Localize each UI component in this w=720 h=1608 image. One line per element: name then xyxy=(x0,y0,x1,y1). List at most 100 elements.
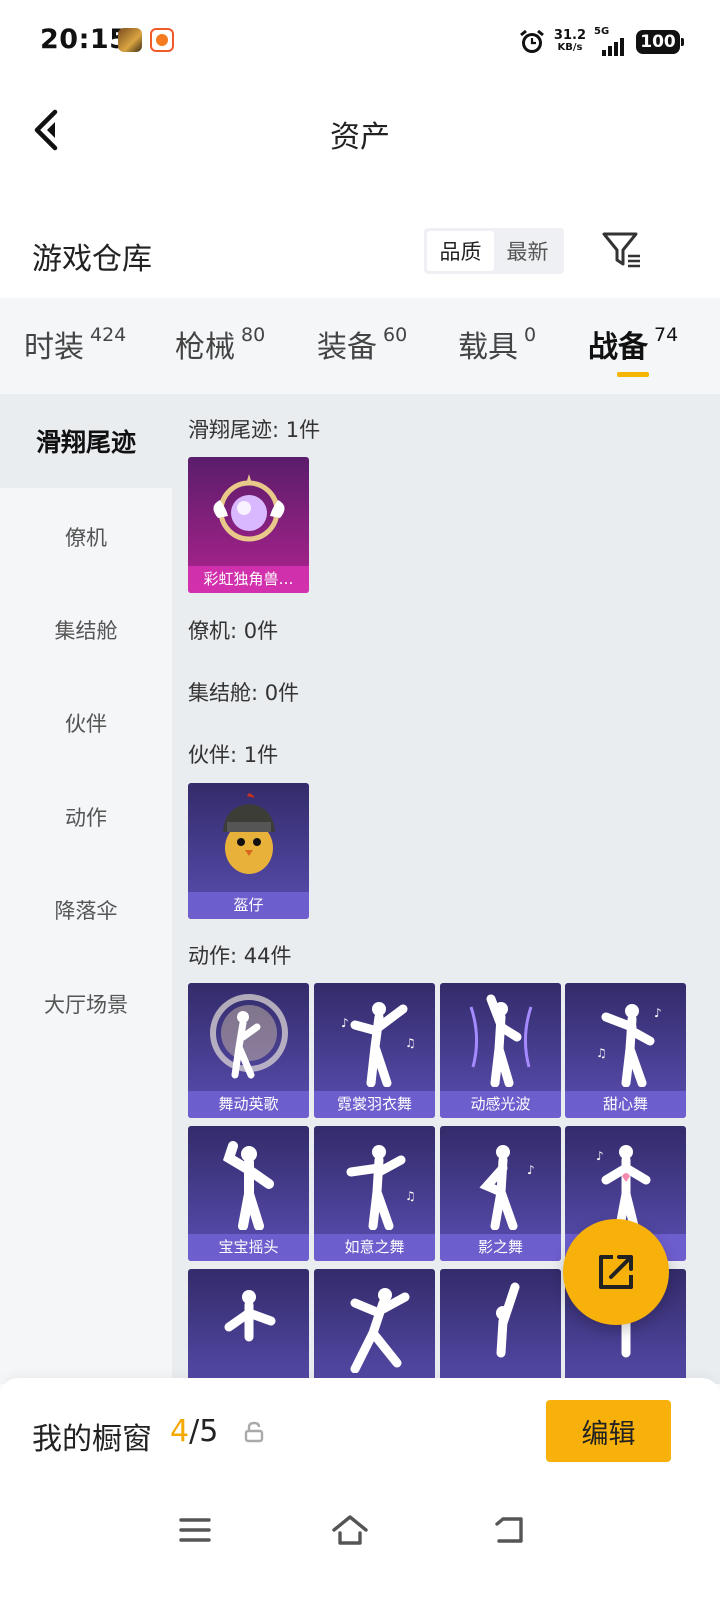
tab-fashion[interactable]: 时装 424 xyxy=(24,322,126,366)
item-name: 盔仔 xyxy=(188,892,309,919)
group-label-companion: 伙伴: 1件 xyxy=(188,743,279,767)
svg-text:♫: ♫ xyxy=(405,1189,416,1203)
menu-button[interactable] xyxy=(167,1508,223,1552)
item-art xyxy=(188,983,309,1091)
home-icon xyxy=(332,1515,368,1545)
svg-text:♪: ♪ xyxy=(527,1163,535,1177)
item-card[interactable]: ♪ 影之舞 xyxy=(440,1126,561,1261)
tab-count: 74 xyxy=(654,324,679,346)
item-name: 甜心舞 xyxy=(565,1091,686,1118)
item-art: ♪ ♫ xyxy=(565,983,686,1091)
group-label-emote: 动作: 44件 xyxy=(188,944,292,968)
status-bar: 20:15 31.2 KB/s 5G 100 xyxy=(0,0,720,84)
sort-option-quality[interactable]: 品质 xyxy=(427,231,494,271)
item-name: 宝宝摇头 xyxy=(188,1234,309,1261)
alarm-clock-icon xyxy=(519,29,544,53)
sidebar-item-emote[interactable]: 动作 xyxy=(0,770,172,864)
tab-equipment[interactable]: 装备 60 xyxy=(317,322,407,366)
tab-count: 60 xyxy=(383,324,408,346)
sidebar-item-lobby-scene[interactable]: 大厅场景 xyxy=(0,957,172,1051)
item-art xyxy=(440,1269,561,1377)
tab-label: 装备 xyxy=(317,330,377,365)
sidebar-item-glide-trail[interactable]: 滑翔尾迹 xyxy=(0,394,172,488)
tab-battle-prep[interactable]: 战备 74 xyxy=(588,322,678,366)
item-art xyxy=(440,983,561,1091)
item-art: ♫ xyxy=(314,1126,435,1234)
item-card[interactable]: ♪ ♫ 甜心舞 xyxy=(565,983,686,1118)
network-speed: 31.2 KB/s xyxy=(553,28,586,54)
lock-icon xyxy=(244,1421,264,1443)
item-card[interactable] xyxy=(314,1269,435,1384)
tab-label: 战备 xyxy=(588,330,648,365)
showcase-label: 我的橱窗 xyxy=(32,1422,152,1457)
item-art xyxy=(188,783,309,891)
svg-text:♪: ♪ xyxy=(596,1149,604,1163)
item-art xyxy=(188,1269,309,1377)
menu-icon xyxy=(179,1518,211,1542)
item-art xyxy=(314,1269,435,1377)
tab-vehicles[interactable]: 载具 0 xyxy=(458,322,536,366)
item-name: 如意之舞 xyxy=(314,1234,435,1261)
sidebar: 滑翔尾迹 僚机 集结舱 伙伴 动作 降落伞 大厅场景 xyxy=(0,394,172,1384)
item-art: ♪ xyxy=(565,1126,686,1234)
sidebar-item-parachute[interactable]: 降落伞 xyxy=(0,863,172,957)
item-card[interactable]: ♫ 如意之舞 xyxy=(314,1126,435,1261)
item-art xyxy=(188,1126,309,1234)
page-title: 资产 xyxy=(330,120,390,155)
item-name: 舞动英歌 xyxy=(188,1091,309,1118)
item-card[interactable] xyxy=(188,1269,309,1384)
item-card[interactable]: 动感光波 xyxy=(440,983,561,1118)
active-tab-indicator xyxy=(617,372,649,377)
status-indicators: 31.2 KB/s 5G 100 xyxy=(518,24,684,60)
svg-text:♫: ♫ xyxy=(596,1046,607,1060)
showcase-count: 4/5 xyxy=(170,1414,218,1449)
tab-label: 枪械 xyxy=(175,330,235,365)
svg-text:♪: ♪ xyxy=(341,1016,349,1030)
sidebar-item-companion[interactable]: 伙伴 xyxy=(0,676,172,770)
status-time: 20:15 xyxy=(40,24,129,55)
tab-firearms[interactable]: 枪械 80 xyxy=(175,322,265,366)
item-name: 动感光波 xyxy=(440,1091,561,1118)
cellular-signal-icon: 5G xyxy=(594,26,628,56)
item-art: ♪ ♫ xyxy=(314,983,435,1091)
showcase-count-total: /5 xyxy=(189,1414,219,1449)
item-card[interactable]: 彩虹独角兽… xyxy=(188,457,309,593)
section-title: 游戏仓库 xyxy=(32,242,152,277)
back-nav-icon xyxy=(495,1517,523,1543)
showcase-count-current: 4 xyxy=(170,1414,190,1449)
tab-count: 424 xyxy=(90,324,127,346)
share-icon xyxy=(599,1255,633,1289)
battery-icon: 100 xyxy=(636,30,684,54)
item-card[interactable]: 宝宝摇头 xyxy=(188,1126,309,1261)
network-speed-unit: KB/s xyxy=(557,42,583,53)
item-card[interactable]: 舞动英歌 xyxy=(188,983,309,1118)
tab-count: 80 xyxy=(241,324,266,346)
sidebar-item-rally-pod[interactable]: 集结舱 xyxy=(0,583,172,677)
tab-count: 0 xyxy=(524,324,537,346)
item-name: 影之舞 xyxy=(440,1234,561,1261)
network-speed-value: 31.2 xyxy=(553,28,586,43)
home-button[interactable] xyxy=(322,1508,378,1552)
showcase-bar: 我的橱窗 4/5 编辑 xyxy=(0,1378,720,1488)
back-nav-button[interactable] xyxy=(480,1508,536,1552)
item-name: 霓裳羽衣舞 xyxy=(314,1091,435,1118)
item-card[interactable]: 盔仔 xyxy=(188,783,309,919)
category-tabs: 时装 424 枪械 80 装备 60 载具 0 战备 74 xyxy=(0,298,720,394)
group-label-rally-pod: 集结舱: 0件 xyxy=(188,681,300,705)
group-label-glide-trail: 滑翔尾迹: 1件 xyxy=(188,418,321,442)
group-label-wingman: 僚机: 0件 xyxy=(188,619,279,643)
filter-button[interactable] xyxy=(600,228,644,272)
system-nav-bar xyxy=(0,1488,720,1608)
sidebar-item-wingman[interactable]: 僚机 xyxy=(0,490,172,584)
item-art xyxy=(188,457,309,565)
network-type: 5G xyxy=(594,26,610,37)
sort-option-newest[interactable]: 最新 xyxy=(494,231,561,271)
sort-toggle: 品质 最新 xyxy=(424,228,564,274)
edit-button[interactable]: 编辑 xyxy=(546,1400,671,1462)
share-button[interactable] xyxy=(563,1219,669,1325)
item-card[interactable]: ♪ ♫ 霓裳羽衣舞 xyxy=(314,983,435,1118)
item-name: 彩虹独角兽… xyxy=(188,566,309,593)
game-app-icon xyxy=(118,28,142,52)
item-card[interactable] xyxy=(440,1269,561,1384)
filter-icon xyxy=(602,232,640,268)
